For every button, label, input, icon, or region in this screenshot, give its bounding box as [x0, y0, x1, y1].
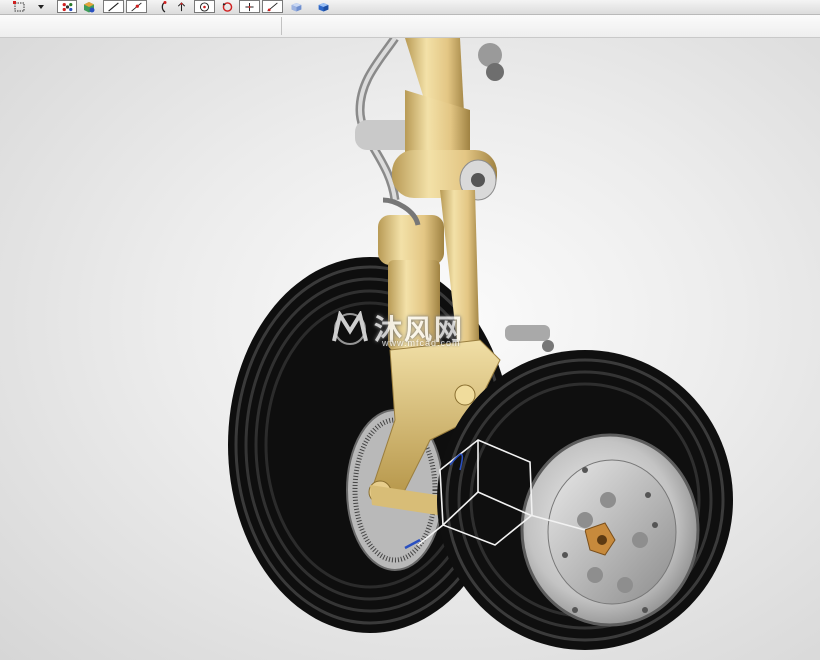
main-toolbar	[0, 0, 820, 15]
cube-snap-icon[interactable]	[82, 0, 96, 13]
axis-icon[interactable]	[172, 0, 190, 13]
point-on-line-icon[interactable]	[126, 0, 147, 13]
arc-icon[interactable]	[154, 0, 168, 13]
watermark-url: www.mfcad.com	[382, 338, 461, 348]
front-wheel	[437, 350, 733, 650]
watermark: 沐风网 www.mfcad.com	[330, 308, 464, 348]
toolbar-divider	[281, 17, 282, 35]
watermark-logo-icon	[332, 311, 368, 345]
secondary-toolbar	[0, 15, 820, 38]
circle-center-icon[interactable]	[194, 0, 215, 13]
line-point-icon[interactable]	[262, 0, 283, 13]
dropdown-arrow-icon[interactable]	[36, 0, 46, 13]
landing-gear-model	[228, 38, 733, 650]
view-cube-icon[interactable]	[287, 0, 305, 13]
line-icon[interactable]	[103, 0, 124, 13]
select-box-icon[interactable]	[12, 0, 26, 13]
cad-3d-viewport[interactable]: 沐风网 www.mfcad.com	[0, 38, 820, 660]
filter-grid-icon[interactable]	[57, 0, 77, 13]
solid-cube-icon[interactable]	[314, 0, 332, 13]
cross-icon[interactable]	[239, 0, 260, 13]
circle-refresh-icon[interactable]	[218, 0, 236, 13]
